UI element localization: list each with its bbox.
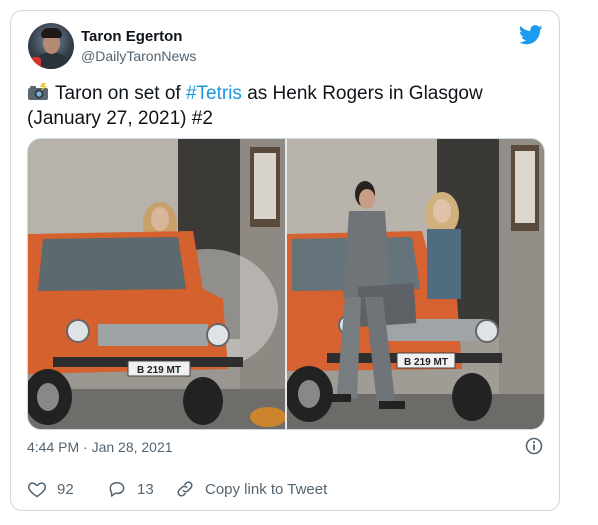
copy-link-label: Copy link to Tweet: [205, 480, 328, 498]
camera-with-flash-icon: [27, 83, 49, 101]
twitter-bird-icon[interactable]: [519, 25, 543, 45]
reply-bubble-icon: [109, 482, 125, 497]
tweet-card: Taron Egerton @DailyTaronNews Taron on s…: [10, 10, 560, 511]
heart-icon: [27, 482, 47, 498]
tweet-text-before: Taron on set of: [55, 83, 186, 104]
like-count: 92: [57, 480, 74, 498]
copy-link-button[interactable]: Copy link to Tweet: [175, 478, 327, 500]
plate-text-1: B 219 MT: [137, 365, 181, 376]
reply-count: 13: [137, 480, 154, 498]
media-grid: B 219 MT B 219 MT: [27, 138, 545, 430]
info-icon[interactable]: [525, 437, 543, 455]
tweet-actions: 92 13 Copy link to Tweet: [27, 478, 547, 500]
avatar[interactable]: [28, 23, 74, 69]
reply-button[interactable]: 13: [107, 478, 154, 500]
tweet-timestamp[interactable]: 4:44 PM · Jan 28, 2021: [27, 439, 173, 455]
link-icon: [177, 481, 193, 497]
photo-1[interactable]: B 219 MT: [28, 139, 285, 429]
author-handle[interactable]: @DailyTaronNews: [81, 48, 196, 64]
author-name[interactable]: Taron Egerton: [81, 28, 182, 45]
plate-text-2: B 219 MT: [404, 357, 448, 368]
hashtag-link[interactable]: #Tetris: [186, 83, 242, 104]
tweet-text: Taron on set of #Tetris as Henk Rogers i…: [27, 81, 547, 131]
like-button[interactable]: 92: [27, 478, 74, 500]
photo-2[interactable]: B 219 MT: [287, 139, 544, 429]
